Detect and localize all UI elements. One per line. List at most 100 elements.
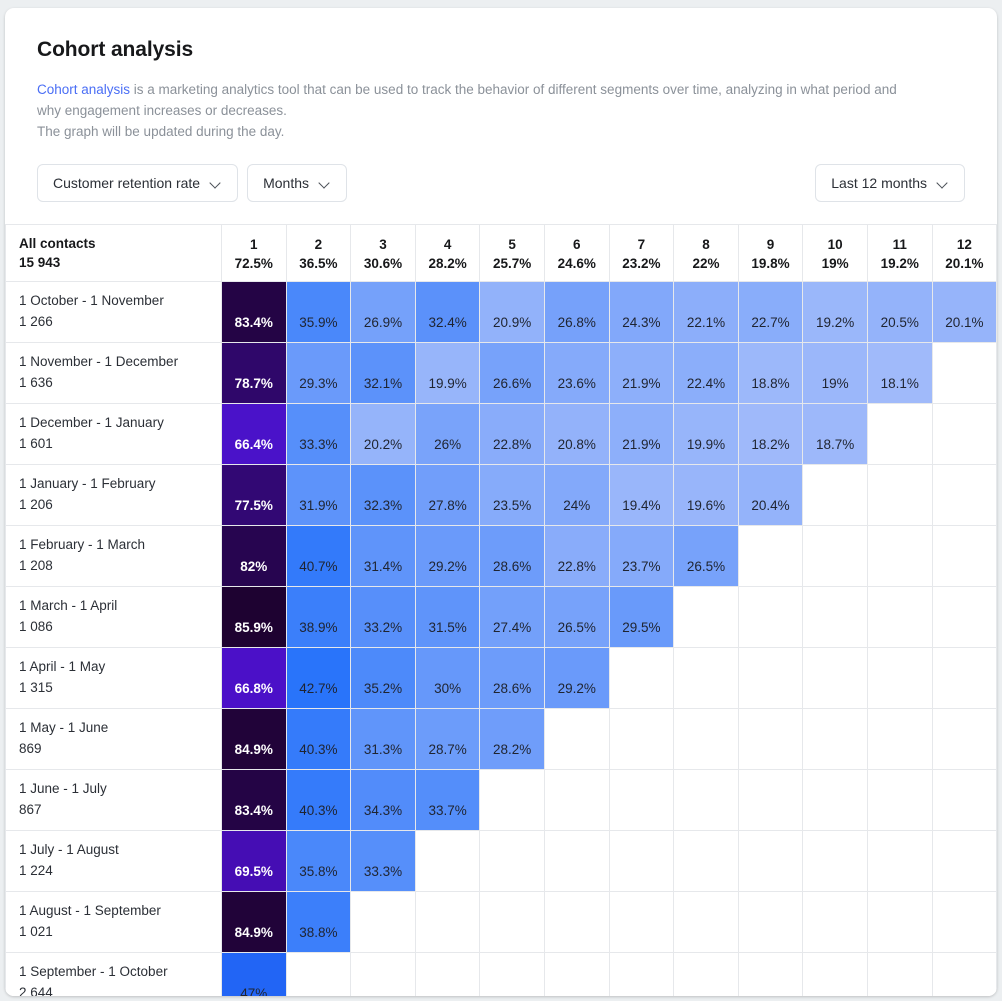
heatmap-cell[interactable]: 26.5% bbox=[543, 586, 610, 648]
heatmap-cell[interactable]: 38.9% bbox=[285, 586, 352, 648]
heatmap-cell[interactable]: 26.5% bbox=[673, 525, 739, 587]
heatmap-cell[interactable]: 20.5% bbox=[866, 281, 933, 343]
heatmap-cell[interactable]: 84.9% bbox=[221, 891, 287, 953]
heatmap-cell-value: 28.6% bbox=[493, 680, 532, 696]
heatmap-cell[interactable]: 85.9% bbox=[221, 586, 287, 648]
heatmap-cell-value: 26.5% bbox=[686, 558, 726, 574]
heatmap-cell[interactable]: 47% bbox=[221, 952, 287, 996]
heatmap-cell[interactable]: 40.3% bbox=[285, 769, 352, 831]
cohort-count: 869 bbox=[19, 741, 42, 756]
heatmap-cell[interactable]: 24.3% bbox=[608, 281, 675, 343]
heatmap-cell[interactable]: 30% bbox=[414, 647, 481, 709]
heatmap-cell[interactable]: 19.9% bbox=[414, 342, 481, 404]
heatmap-cell[interactable]: 35.8% bbox=[285, 830, 352, 892]
heatmap-cell[interactable]: 22.7% bbox=[737, 281, 804, 343]
heatmap-cell[interactable]: 29.2% bbox=[543, 647, 610, 709]
cohort-count: 1 636 bbox=[19, 375, 53, 390]
heatmap-cell[interactable]: 29.2% bbox=[414, 525, 481, 587]
heatmap-cell[interactable]: 82% bbox=[221, 525, 287, 587]
period-dropdown[interactable]: Last 12 months bbox=[815, 164, 965, 202]
cohort-period: 1 September - 1 October bbox=[19, 964, 168, 979]
heatmap-cell-value: 29.5% bbox=[622, 619, 661, 635]
heatmap-cell[interactable]: 40.7% bbox=[285, 525, 352, 587]
heatmap-cell[interactable]: 19.4% bbox=[608, 464, 675, 526]
heatmap-cell[interactable]: 29.3% bbox=[285, 342, 352, 404]
heatmap-cell[interactable]: 23.6% bbox=[543, 342, 610, 404]
heatmap-cell[interactable]: 31.5% bbox=[414, 586, 481, 648]
heatmap-cell[interactable]: 19.2% bbox=[802, 281, 868, 343]
heatmap-cell[interactable]: 35.2% bbox=[350, 647, 416, 709]
heatmap-cell[interactable]: 19.6% bbox=[673, 464, 739, 526]
heatmap-cell[interactable]: 32.3% bbox=[350, 464, 416, 526]
heatmap-cell[interactable]: 33.3% bbox=[350, 830, 416, 892]
heatmap-cell-value: 38.8% bbox=[299, 924, 338, 940]
cohort-count: 1 315 bbox=[19, 680, 53, 695]
heatmap-cell[interactable]: 66.4% bbox=[221, 403, 287, 465]
column-index: 9 bbox=[766, 237, 775, 252]
heatmap-cell[interactable]: 35.9% bbox=[285, 281, 352, 343]
heatmap-cell[interactable]: 26.8% bbox=[543, 281, 610, 343]
heatmap-cell[interactable]: 18.7% bbox=[802, 403, 868, 465]
heatmap-cell-empty bbox=[866, 647, 933, 709]
heatmap-cell[interactable]: 32.4% bbox=[414, 281, 481, 343]
heatmap-cell[interactable]: 20.8% bbox=[543, 403, 610, 465]
heatmap-cell[interactable]: 18.1% bbox=[866, 342, 933, 404]
heatmap-cell-value: 35.9% bbox=[299, 314, 338, 330]
heatmap-cell[interactable]: 23.7% bbox=[608, 525, 675, 587]
heatmap-cell[interactable]: 77.5% bbox=[221, 464, 287, 526]
heatmap-cell[interactable]: 24% bbox=[543, 464, 610, 526]
heatmap-cell[interactable]: 33.7% bbox=[414, 769, 481, 831]
heatmap-cell[interactable]: 18.2% bbox=[737, 403, 804, 465]
heatmap-cell[interactable]: 27.8% bbox=[414, 464, 481, 526]
description-text: is a marketing analytics tool that can b… bbox=[37, 82, 897, 118]
heatmap-cell[interactable]: 19.9% bbox=[673, 403, 739, 465]
heatmap-cell[interactable]: 28.2% bbox=[479, 708, 545, 770]
heatmap-cell[interactable]: 27.4% bbox=[479, 586, 545, 648]
heatmap-cell[interactable]: 32.1% bbox=[350, 342, 416, 404]
heatmap-cell[interactable]: 33.2% bbox=[350, 586, 416, 648]
heatmap-cell-empty bbox=[737, 952, 804, 996]
heatmap-cell[interactable]: 40.3% bbox=[285, 708, 352, 770]
cohort-row-label: 1 March - 1 April 1 086 bbox=[5, 586, 222, 648]
granularity-dropdown[interactable]: Months bbox=[247, 164, 347, 202]
heatmap-cell[interactable]: 78.7% bbox=[221, 342, 287, 404]
table-row: 1 June - 1 July 867 83.4% 40.3% 34.3% 33.7% bbox=[5, 769, 997, 831]
heatmap-cell-empty bbox=[802, 708, 868, 770]
heatmap-cell[interactable]: 21.9% bbox=[608, 342, 675, 404]
heatmap-cell[interactable]: 22.1% bbox=[673, 281, 739, 343]
metric-dropdown[interactable]: Customer retention rate bbox=[37, 164, 239, 202]
heatmap-cell[interactable]: 20.2% bbox=[350, 403, 416, 465]
heatmap-cell[interactable]: 83.4% bbox=[221, 769, 287, 831]
heatmap-cell[interactable]: 20.1% bbox=[931, 281, 997, 343]
heatmap-cell[interactable]: 84.9% bbox=[221, 708, 287, 770]
heatmap-cell[interactable]: 34.3% bbox=[350, 769, 416, 831]
heatmap-cell[interactable]: 83.4% bbox=[221, 281, 287, 343]
heatmap-cell[interactable]: 28.6% bbox=[479, 647, 545, 709]
heatmap-cell[interactable]: 26% bbox=[414, 403, 481, 465]
heatmap-cell[interactable]: 31.3% bbox=[350, 708, 416, 770]
heatmap-cell[interactable]: 28.7% bbox=[414, 708, 481, 770]
heatmap-cell[interactable]: 21.9% bbox=[608, 403, 675, 465]
heatmap-cell[interactable]: 20.4% bbox=[737, 464, 804, 526]
heatmap-cell[interactable]: 18.8% bbox=[737, 342, 804, 404]
heatmap-cell[interactable]: 22.8% bbox=[543, 525, 610, 587]
heatmap-cell[interactable]: 38.8% bbox=[285, 891, 352, 953]
table-body: 1 October - 1 November 1 266 83.4% 35.9% 26.… bbox=[5, 281, 997, 996]
heatmap-cell[interactable]: 20.9% bbox=[479, 281, 545, 343]
heatmap-cell[interactable]: 26.9% bbox=[350, 281, 416, 343]
column-index: 2 bbox=[314, 237, 323, 252]
heatmap-cell[interactable]: 33.3% bbox=[285, 403, 352, 465]
heatmap-cell[interactable]: 23.5% bbox=[479, 464, 545, 526]
heatmap-cell[interactable]: 29.5% bbox=[608, 586, 675, 648]
heatmap-cell[interactable]: 22.4% bbox=[673, 342, 739, 404]
heatmap-cell[interactable]: 42.7% bbox=[285, 647, 352, 709]
heatmap-cell[interactable]: 22.8% bbox=[479, 403, 545, 465]
heatmap-cell[interactable]: 31.4% bbox=[350, 525, 416, 587]
cohort-analysis-link[interactable]: Cohort analysis bbox=[37, 82, 130, 97]
heatmap-cell[interactable]: 28.6% bbox=[479, 525, 545, 587]
heatmap-cell[interactable]: 26.6% bbox=[479, 342, 545, 404]
heatmap-cell[interactable]: 19% bbox=[802, 342, 868, 404]
heatmap-cell[interactable]: 31.9% bbox=[285, 464, 352, 526]
heatmap-cell[interactable]: 69.5% bbox=[221, 830, 287, 892]
heatmap-cell[interactable]: 66.8% bbox=[221, 647, 287, 709]
